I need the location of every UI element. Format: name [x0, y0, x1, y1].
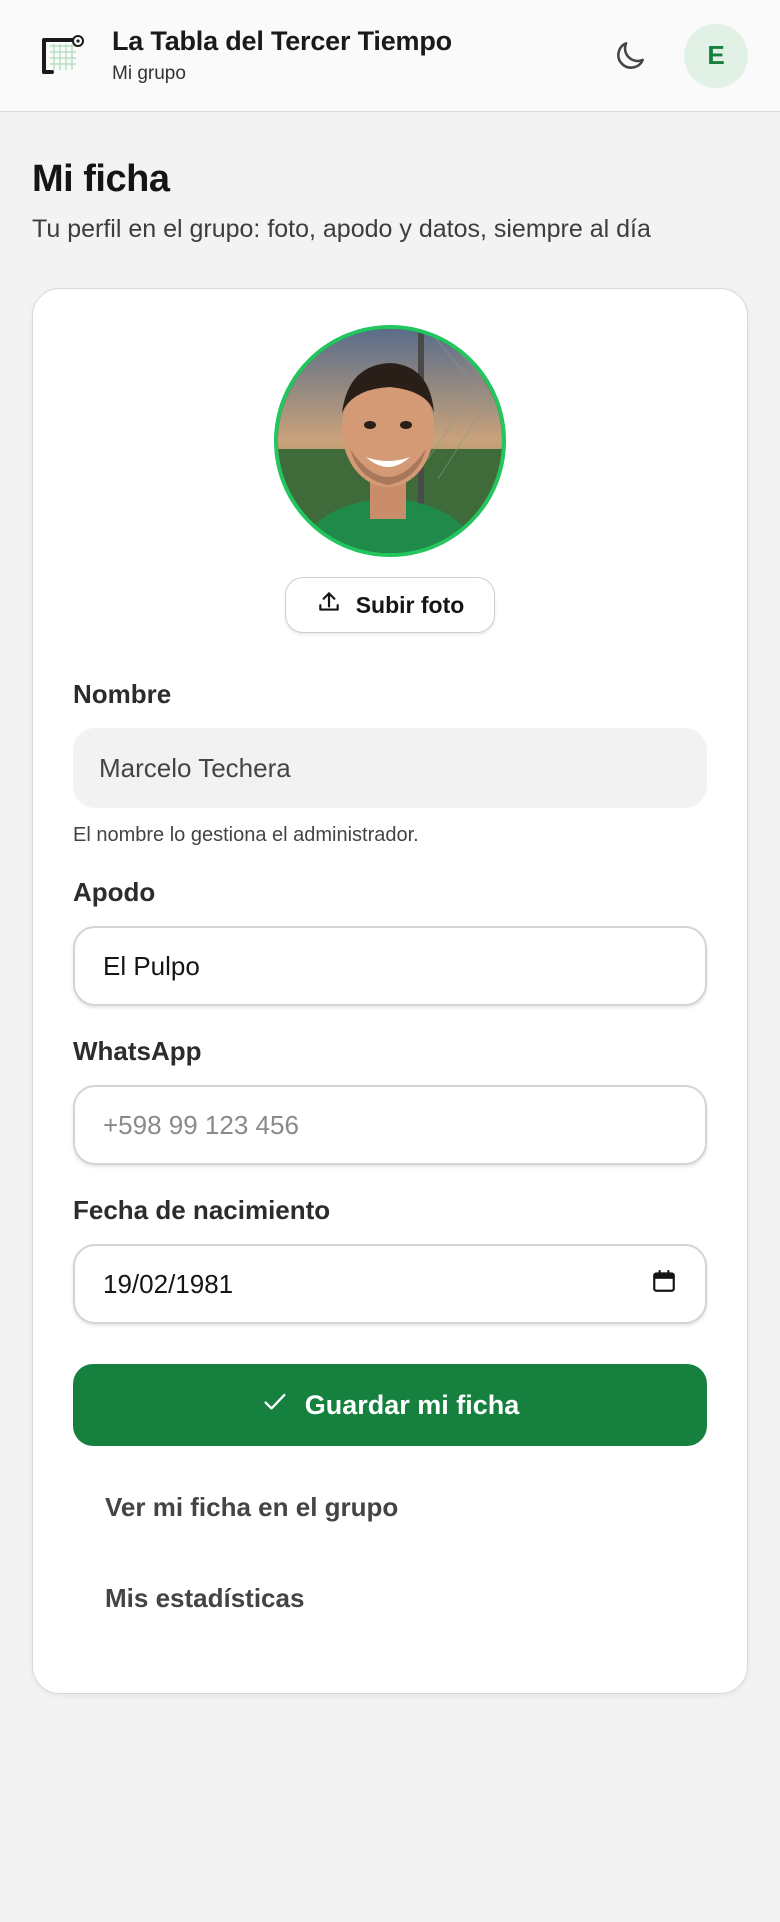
save-profile-label: Guardar mi ficha: [304, 1389, 520, 1420]
nickname-label: Apodo: [73, 877, 156, 907]
check-icon: [261, 1388, 289, 1423]
page-subtitle: Tu perfil en el grupo: foto, apodo y dat…: [32, 215, 651, 243]
name-hint: El nombre lo gestiona el administrador.: [73, 824, 419, 846]
birthdate-field: Fecha de nacimiento 19/02/1981: [73, 1195, 707, 1324]
main-content: Mi ficha Tu perfil en el grupo: foto, ap…: [0, 112, 780, 1694]
nickname-input[interactable]: El Pulpo: [73, 926, 707, 1006]
upload-icon: [316, 589, 342, 621]
app-subtitle: Mi grupo: [112, 63, 186, 84]
upload-photo-label: Subir foto: [355, 591, 465, 618]
name-input: Marcelo Techera: [73, 728, 707, 808]
save-profile-button[interactable]: Guardar mi ficha: [73, 1364, 707, 1446]
page-title: Mi ficha: [32, 158, 170, 200]
moon-icon[interactable]: [608, 34, 652, 78]
app-header: La Tabla del Tercer Tiempo Mi grupo E: [0, 0, 780, 112]
name-field: Nombre Marcelo Techera El nombre lo gest…: [73, 679, 707, 847]
whatsapp-label: WhatsApp: [73, 1036, 202, 1066]
profile-card: Subir foto Nombre Marcelo Techera El nom…: [32, 288, 748, 1694]
whatsapp-field: WhatsApp +598 99 123 456: [73, 1036, 707, 1165]
nickname-field: Apodo El Pulpo: [73, 877, 707, 1006]
name-label: Nombre: [73, 679, 172, 709]
birthdate-input[interactable]: 19/02/1981: [73, 1244, 707, 1324]
profile-photo: [274, 325, 506, 557]
my-stats-link[interactable]: Mis estadísticas: [73, 1583, 707, 1614]
whatsapp-input[interactable]: +598 99 123 456: [73, 1085, 707, 1165]
birthdate-label: Fecha de nacimiento: [73, 1195, 331, 1225]
app-title: La Tabla del Tercer Tiempo: [112, 26, 452, 56]
whatsapp-placeholder: +598 99 123 456: [103, 1109, 299, 1140]
upload-photo-button[interactable]: Subir foto: [284, 577, 496, 633]
calendar-icon[interactable]: [651, 1268, 677, 1301]
brand: La Tabla del Tercer Tiempo Mi grupo: [112, 26, 608, 85]
goal-net-logo[interactable]: [36, 30, 88, 82]
user-avatar-button[interactable]: E: [684, 23, 748, 88]
view-group-profile-link[interactable]: Ver mi ficha en el grupo: [73, 1492, 707, 1523]
